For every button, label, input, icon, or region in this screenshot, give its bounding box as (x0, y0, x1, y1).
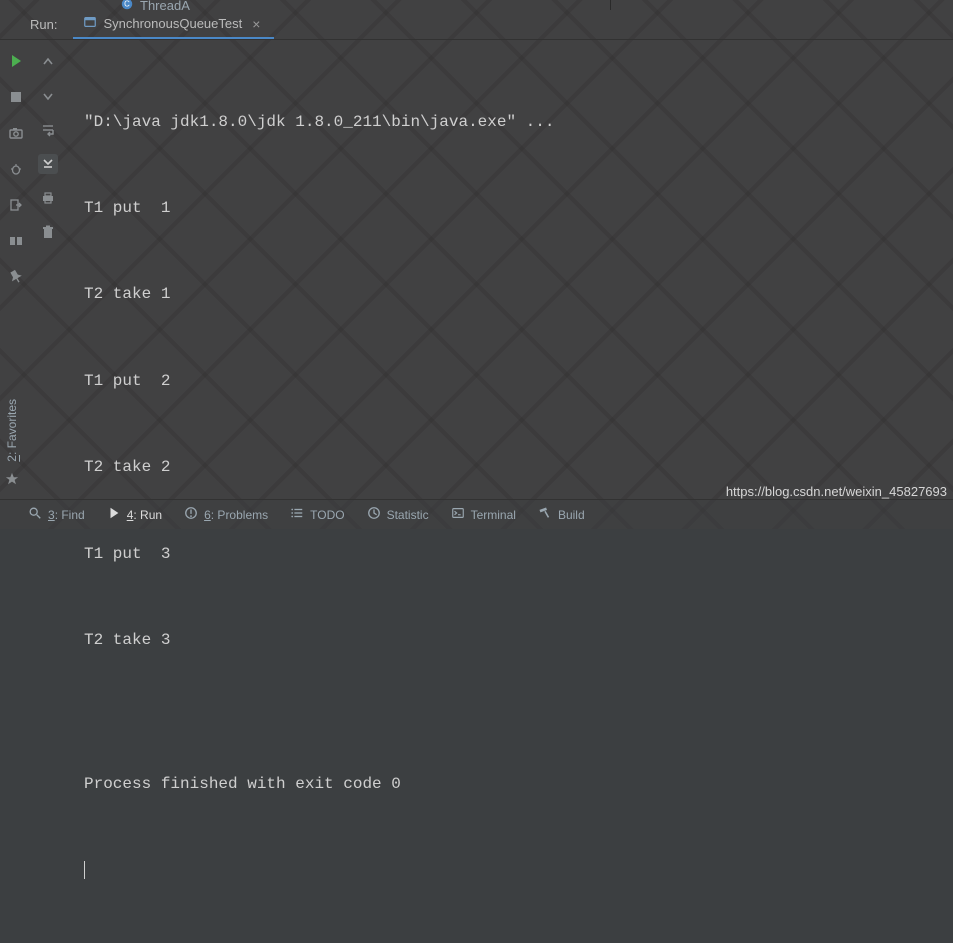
close-icon[interactable]: × (248, 16, 264, 32)
application-icon (83, 15, 97, 32)
svg-text:C: C (124, 0, 130, 8)
run-tool-window-header: Run: SynchronousQueueTest × (0, 10, 953, 40)
tab-terminal[interactable]: Terminal (451, 506, 516, 523)
console-line: T2 take 1 (84, 280, 933, 309)
left-tool-strip: 2: Favorites (0, 40, 24, 499)
console-line: "D:\java jdk1.8.0\jdk 1.8.0_211\bin\java… (84, 108, 933, 137)
tab-problems[interactable]: 6: Problems (184, 506, 268, 523)
warning-icon (184, 506, 198, 523)
tab-run[interactable]: 4: Run (107, 506, 162, 523)
console-line: T2 take 3 (84, 626, 933, 655)
console-cursor (84, 856, 933, 885)
play-icon (107, 506, 121, 523)
star-icon[interactable] (5, 472, 19, 489)
print-icon[interactable] (38, 188, 58, 208)
clock-icon (367, 506, 381, 523)
tab-find[interactable]: 3: Find (28, 506, 85, 523)
down-arrow-icon[interactable] (38, 86, 58, 106)
console-line: Process finished with exit code 0 (84, 770, 933, 799)
console-output[interactable]: "D:\java jdk1.8.0\jdk 1.8.0_211\bin\java… (64, 40, 953, 499)
editor-tabs-partial: C ThreadA (0, 0, 953, 10)
tab-build[interactable]: Build (538, 506, 585, 523)
up-arrow-icon[interactable] (38, 52, 58, 72)
bottom-tool-tabs: 3: Find 4: Run 6: Problems TODO Statisti… (0, 499, 953, 529)
terminal-icon (451, 506, 465, 523)
soft-wrap-icon[interactable] (38, 120, 58, 140)
console-line: T2 take 2 (84, 453, 933, 482)
console-line: T1 put 3 (84, 540, 933, 569)
console-line: T1 put 1 (84, 194, 933, 223)
run-config-name: SynchronousQueueTest (103, 16, 242, 31)
search-icon (28, 506, 42, 523)
hammer-icon (538, 506, 552, 523)
console-actions-column (32, 40, 64, 499)
run-config-tab[interactable]: SynchronousQueueTest × (73, 10, 274, 39)
trash-icon[interactable] (38, 222, 58, 242)
tab-statistic[interactable]: Statistic (367, 506, 429, 523)
favorites-tool-button[interactable]: 2: Favorites (5, 399, 19, 462)
run-label: Run: (0, 17, 73, 32)
list-icon (290, 506, 304, 523)
watermark-text: https://blog.csdn.net/weixin_45827693 (726, 484, 947, 499)
console-line: T1 put 2 (84, 367, 933, 396)
scroll-to-end-icon[interactable] (38, 154, 58, 174)
tab-todo[interactable]: TODO (290, 506, 344, 523)
